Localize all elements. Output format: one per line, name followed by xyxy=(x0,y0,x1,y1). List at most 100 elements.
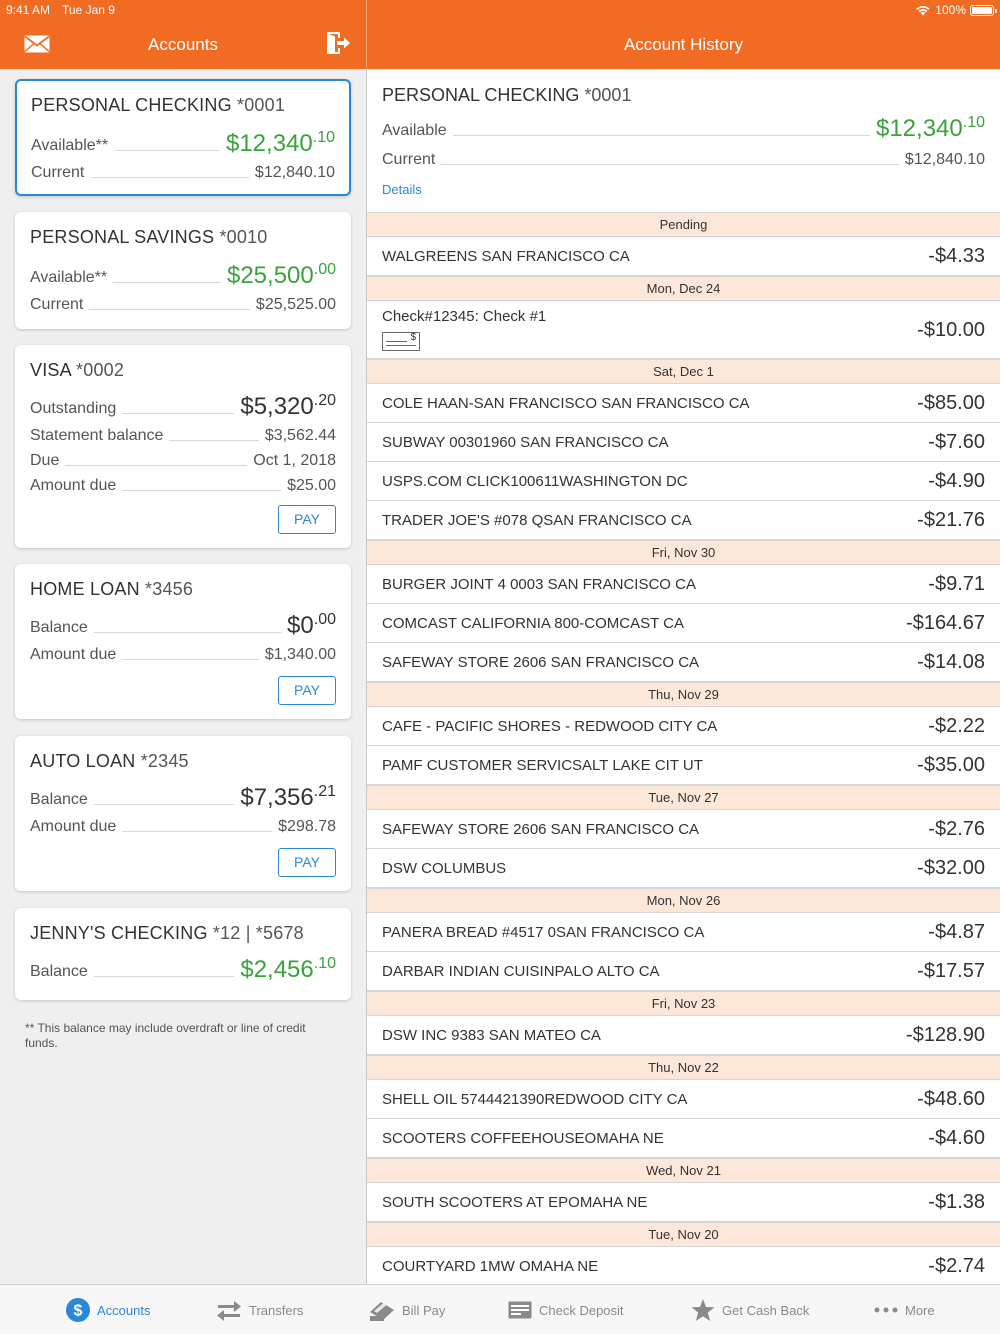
account-card-visa[interactable]: VISA *0002 Outstanding $5,320.20 Stateme… xyxy=(15,345,351,548)
transaction-description: Check#12345: Check #1 xyxy=(382,308,547,325)
transaction-row[interactable]: USPS.COM CLICK100611WASHINGTON DC -$4.90 xyxy=(367,462,1000,501)
account-number: *0001 xyxy=(584,85,632,105)
pay-button[interactable]: PAY xyxy=(278,848,336,877)
account-card-jennys-checking[interactable]: JENNY'S CHECKING *12 | *5678 Balance $2,… xyxy=(15,908,351,1000)
transaction-row[interactable]: COURTYARD 1MW OMAHA NE -$2.74 xyxy=(367,1247,1000,1284)
available-balance: $12,340.10 xyxy=(869,114,985,143)
balance-cents: .10 xyxy=(313,955,336,972)
transaction-description: PANERA BREAD #4517 0SAN FRANCISCO CA xyxy=(382,924,705,941)
account-name: PERSONAL CHECKING xyxy=(382,85,580,105)
date-section-header: Thu, Nov 22 xyxy=(367,1055,1000,1080)
row-label: Amount due xyxy=(30,818,123,836)
transaction-amount: -$9.71 xyxy=(928,573,985,595)
transaction-row[interactable]: CAFE - PACIFIC SHORES - REDWOOD CITY CA -… xyxy=(367,707,1000,746)
balance-dollars: $0 xyxy=(287,612,314,639)
transaction-row[interactable]: COLE HAAN-SAN FRANCISCO SAN FRANCISCO CA… xyxy=(367,384,1000,423)
transaction-amount: -$4.90 xyxy=(928,470,985,492)
details-link[interactable]: Details xyxy=(382,182,422,197)
transaction-row[interactable]: SHELL OIL 5744421390REDWOOD CITY CA -$48.… xyxy=(367,1080,1000,1119)
balance-dollars: $7,356 xyxy=(240,784,314,811)
tab-check-deposit[interactable]: Check Deposit xyxy=(508,1297,624,1323)
transaction-row[interactable]: PANERA BREAD #4517 0SAN FRANCISCO CA -$4.… xyxy=(367,913,1000,952)
row-label: Current xyxy=(30,296,90,314)
transaction-amount: -$128.90 xyxy=(906,1024,985,1046)
row-label: Due xyxy=(30,452,66,470)
transaction-row[interactable]: DARBAR INDIAN CUISINPALO ALTO CA -$17.57 xyxy=(367,952,1000,991)
transaction-amount: -$2.22 xyxy=(928,715,985,737)
row-value: $12,840.10 xyxy=(248,164,335,182)
amount-due-row: Amount due $298.78 xyxy=(30,814,336,836)
row-label: Statement balance xyxy=(30,427,170,445)
transaction-row[interactable]: WALGREENS SAN FRANCISCO CA -$4.33 xyxy=(367,237,1000,276)
tab-transfers[interactable]: Transfers xyxy=(216,1297,303,1323)
account-card-personal-savings[interactable]: PERSONAL SAVINGS *0010 Available** $25,5… xyxy=(15,212,351,329)
balance-cents: .00 xyxy=(313,261,336,278)
transaction-row[interactable]: TRADER JOE'S #078 QSAN FRANCISCO CA -$21.… xyxy=(367,501,1000,540)
battery-icon xyxy=(970,5,997,16)
transaction-description: SHELL OIL 5744421390REDWOOD CITY CA xyxy=(382,1091,688,1108)
account-card-home-loan[interactable]: HOME LOAN *3456 Balance $0.00 Amount due… xyxy=(15,564,351,719)
accounts-title: Accounts xyxy=(148,35,218,54)
date-section-header: Tue, Nov 20 xyxy=(367,1222,1000,1247)
current-row: Current $25,525.00 xyxy=(30,292,336,314)
tab-bill-pay[interactable]: Bill Pay xyxy=(369,1297,445,1323)
transaction-description: TRADER JOE'S #078 QSAN FRANCISCO CA xyxy=(382,512,692,529)
date-section-header: Wed, Nov 21 xyxy=(367,1158,1000,1183)
transaction-description: BURGER JOINT 4 0003 SAN FRANCISCO CA xyxy=(382,576,696,593)
balance-row: Balance $0.00 xyxy=(30,611,336,640)
transaction-amount: -$2.76 xyxy=(928,818,985,840)
tab-accounts[interactable]: $ Accounts xyxy=(66,1297,150,1323)
date-section-header: Thu, Nov 29 xyxy=(367,682,1000,707)
transaction-row[interactable]: BURGER JOINT 4 0003 SAN FRANCISCO CA -$9.… xyxy=(367,565,1000,604)
pay-button[interactable]: PAY xyxy=(278,676,336,705)
row-label: Current xyxy=(382,151,442,169)
transaction-description: SUBWAY 00301960 SAN FRANCISCO CA xyxy=(382,434,669,451)
statement-balance-row: Statement balance $3,562.44 xyxy=(30,423,336,445)
transaction-description: SAFEWAY STORE 2606 SAN FRANCISCO CA xyxy=(382,654,700,671)
tab-label: Get Cash Back xyxy=(722,1302,810,1318)
transaction-row[interactable]: SOUTH SCOOTERS AT EPOMAHA NE -$1.38 xyxy=(367,1183,1000,1222)
date-section-header: Fri, Nov 30 xyxy=(367,540,1000,565)
transaction-row[interactable]: PAMF CUSTOMER SERVICSALT LAKE CIT UT -$35… xyxy=(367,746,1000,785)
transaction-row[interactable]: DSW COLUMBUS -$32.00 xyxy=(367,849,1000,888)
account-title: VISA *0002 xyxy=(30,360,124,381)
available-row: Available** $12,340.10 xyxy=(31,129,335,158)
tab-more[interactable]: More xyxy=(874,1297,935,1323)
account-name: PERSONAL CHECKING xyxy=(31,95,232,115)
history-available-row: Available $12,340.10 xyxy=(382,114,985,143)
balance-row: Balance $7,356.21 xyxy=(30,783,336,812)
transaction-description: SOUTH SCOOTERS AT EPOMAHA NE xyxy=(382,1194,648,1211)
account-history-pane[interactable]: PERSONAL CHECKING *0001 Available $12,34… xyxy=(367,69,1000,1284)
history-account-title: PERSONAL CHECKING *0001 xyxy=(382,85,631,106)
transaction-row[interactable]: SCOOTERS COFFEEHOUSEOMAHA NE -$4.60 xyxy=(367,1119,1000,1158)
transaction-amount: -$48.60 xyxy=(917,1088,985,1110)
balance-dollars: $5,320 xyxy=(240,393,314,420)
date-section-header: Fri, Nov 23 xyxy=(367,991,1000,1016)
balance-dollars: $2,456 xyxy=(240,956,314,983)
logout-icon[interactable] xyxy=(325,31,351,55)
check-image-icon[interactable]: $ xyxy=(382,332,420,351)
transaction-row[interactable]: SUBWAY 00301960 SAN FRANCISCO CA -$7.60 xyxy=(367,423,1000,462)
account-card-auto-loan[interactable]: AUTO LOAN *2345 Balance $7,356.21 Amount… xyxy=(15,736,351,891)
transaction-row[interactable]: SAFEWAY STORE 2606 SAN FRANCISCO CA -$14.… xyxy=(367,643,1000,682)
battery-percent: 100% xyxy=(935,3,966,17)
transaction-row[interactable]: DSW INC 9383 SAN MATEO CA -$128.90 xyxy=(367,1016,1000,1055)
transaction-row[interactable]: Check#12345: Check #1 -$10.00 $ xyxy=(367,301,1000,359)
tab-label: Bill Pay xyxy=(402,1302,446,1318)
pay-button[interactable]: PAY xyxy=(278,505,336,534)
tab-get-cash-back[interactable]: Get Cash Back xyxy=(691,1297,809,1323)
status-bar: 9:41 AM Tue Jan 9 100% xyxy=(0,0,1000,20)
transaction-description: PAMF CUSTOMER SERVICSALT LAKE CIT UT xyxy=(382,757,703,774)
outstanding-balance: $5,320.20 xyxy=(234,392,336,421)
check-dollar-sign: $ xyxy=(410,332,416,343)
transaction-row[interactable]: SAFEWAY STORE 2606 SAN FRANCISCO CA -$2.7… xyxy=(367,810,1000,849)
account-title: PERSONAL SAVINGS *0010 xyxy=(30,227,268,248)
row-label: Available** xyxy=(30,269,114,287)
account-card-personal-checking[interactable]: PERSONAL CHECKING *0001 Available** $12,… xyxy=(15,79,351,196)
transaction-row[interactable]: COMCAST CALIFORNIA 800-COMCAST CA -$164.6… xyxy=(367,604,1000,643)
loan-balance: $0.00 xyxy=(281,611,336,640)
transaction-description: COLE HAAN-SAN FRANCISCO SAN FRANCISCO CA xyxy=(382,395,750,412)
bill-pay-icon xyxy=(370,1302,394,1321)
available-balance: $25,500.00 xyxy=(220,261,336,290)
row-value: $3,562.44 xyxy=(258,427,336,445)
